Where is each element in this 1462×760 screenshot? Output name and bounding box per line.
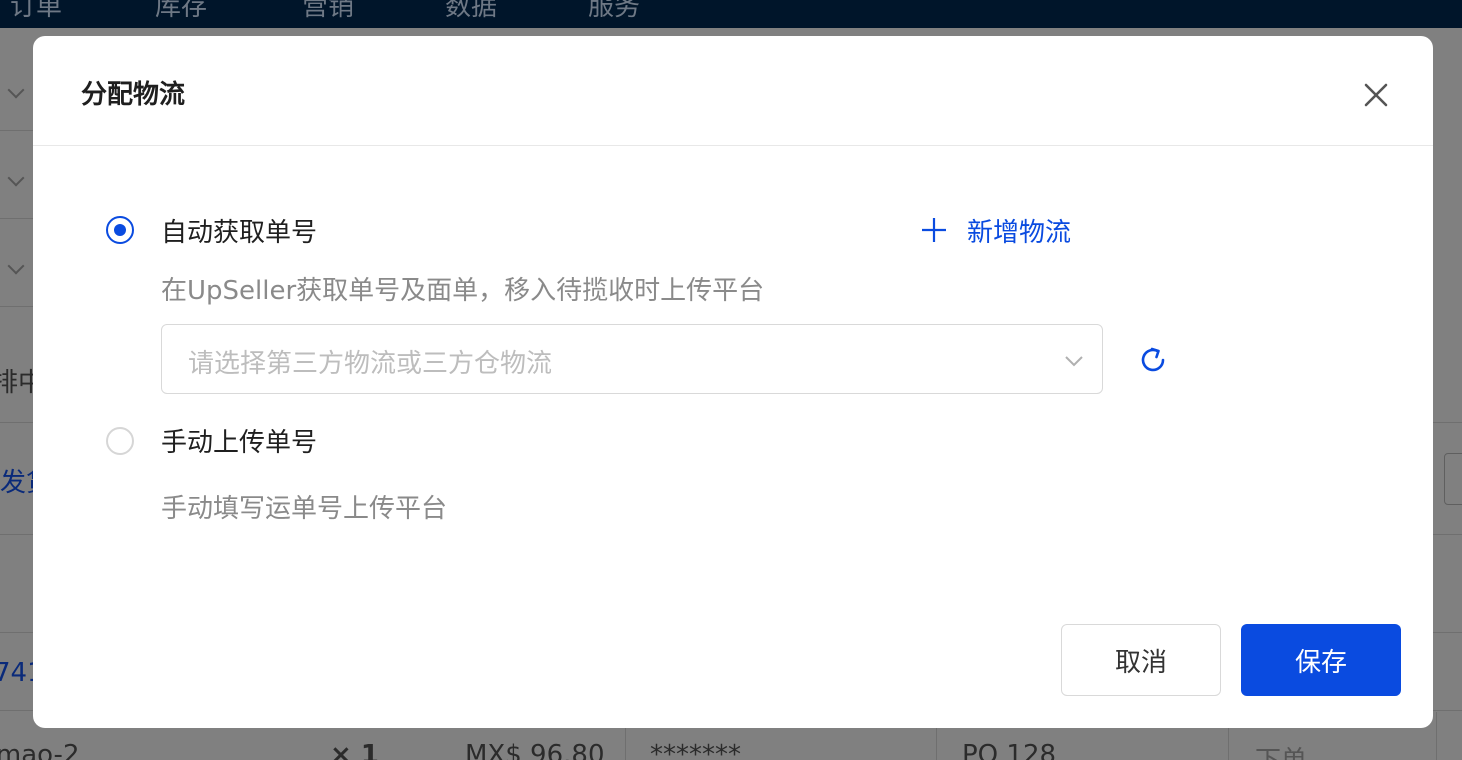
close-button[interactable] (1361, 80, 1391, 110)
logistics-select[interactable]: 请选择第三方物流或三方仓物流 (161, 324, 1103, 394)
plus-icon (922, 218, 946, 242)
refresh-icon (1141, 347, 1165, 372)
background-product-qty: × 1 (330, 740, 379, 760)
background-product-name: omao-2 (0, 740, 80, 760)
background-masked-text: ******* (650, 740, 741, 760)
manual-tracking-label[interactable]: 手动上传单号 (161, 422, 317, 459)
manual-tracking-radio[interactable] (106, 427, 134, 455)
nav-item-orders: 订单 (10, 0, 63, 22)
background-checkbox (1444, 453, 1462, 505)
logistics-select-placeholder: 请选择第三方物流或三方仓物流 (188, 349, 553, 379)
add-logistics-label: 新增物流 (967, 217, 1072, 248)
add-logistics-button[interactable]: 新增物流 (921, 212, 1071, 248)
background-product-price: MX$ 96.80 (465, 740, 605, 760)
auto-tracking-radio[interactable] (106, 216, 134, 244)
nav-item-inventory: 库存 (155, 0, 208, 22)
dialog-title: 分配物流 (81, 80, 186, 110)
assign-logistics-dialog: 分配物流 自动获取单号 在UpSeller获取单号及面单，移入待揽收时上传平台 … (33, 36, 1433, 728)
nav-item-data: 数据 (445, 0, 498, 22)
chevron-down-icon (7, 169, 25, 187)
background-filter-select (0, 62, 37, 131)
cancel-button[interactable]: 取消 (1061, 624, 1221, 696)
close-icon (1364, 83, 1388, 107)
background-po: PO 128 (962, 740, 1057, 760)
background-filter-select (0, 150, 37, 219)
background-filter-select (0, 238, 37, 307)
nav-item-marketing: 营销 (302, 0, 355, 22)
manual-tracking-description: 手动填写运单号上传平台 (161, 494, 448, 524)
divider (1436, 712, 1437, 760)
refresh-button[interactable] (1137, 344, 1169, 376)
nav-item-services: 服务 (588, 0, 641, 22)
background-action: 下单 (1255, 740, 1307, 760)
dialog-header: 分配物流 (33, 36, 1433, 146)
auto-tracking-label[interactable]: 自动获取单号 (161, 212, 317, 249)
chevron-down-icon (7, 257, 25, 275)
top-navigation-bar: 订单 库存 营销 数据 服务 (0, 0, 1462, 28)
save-button[interactable]: 保存 (1241, 624, 1401, 696)
chevron-down-icon (1065, 356, 1083, 367)
auto-tracking-description: 在UpSeller获取单号及面单，移入待揽收时上传平台 (161, 276, 765, 306)
chevron-down-icon (7, 81, 25, 99)
